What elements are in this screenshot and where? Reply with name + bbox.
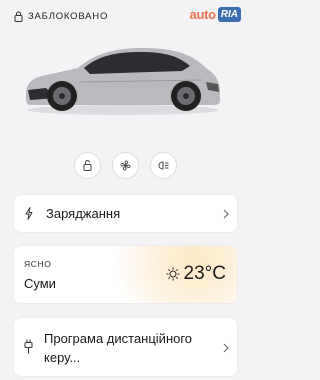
plug-icon <box>24 339 33 354</box>
weather-city: Суми <box>24 276 56 291</box>
car-image <box>26 48 220 115</box>
autoria-watermark: auto RIA <box>190 7 241 22</box>
watermark-ria-text: RIA <box>217 7 241 22</box>
weather-temperature-group: 23°C <box>166 263 226 285</box>
chevron-right-icon <box>223 343 229 353</box>
chevron-right-icon <box>223 209 229 219</box>
bolt-icon <box>25 207 33 220</box>
fan-button[interactable] <box>111 152 139 179</box>
lock-status-text: ЗАБЛОКОВАНО <box>28 11 109 22</box>
remote-control-card[interactable]: Програма дистанційного керу... <box>14 318 237 376</box>
door-lock-icon <box>83 160 91 171</box>
headlights-button[interactable] <box>149 152 177 179</box>
weather-card[interactable]: ЯСНО Суми 23°C <box>14 246 237 303</box>
lock-status: ЗАБЛОКОВАНО <box>14 11 108 22</box>
door-lock-button[interactable] <box>73 152 101 179</box>
remote-control-label: Програма дистанційного керу... <box>44 331 193 365</box>
sun-icon <box>166 267 180 281</box>
lock-icon <box>14 11 23 22</box>
fan-icon <box>120 160 130 171</box>
weather-condition: ЯСНО <box>24 259 52 269</box>
watermark-auto-text: auto <box>189 7 217 22</box>
headlights-icon <box>157 161 168 170</box>
charging-label: Заряджання <box>46 206 121 221</box>
weather-temperature: 23°C <box>183 263 226 284</box>
charging-card[interactable]: Заряджання <box>14 195 237 232</box>
quick-actions-row <box>0 152 250 179</box>
